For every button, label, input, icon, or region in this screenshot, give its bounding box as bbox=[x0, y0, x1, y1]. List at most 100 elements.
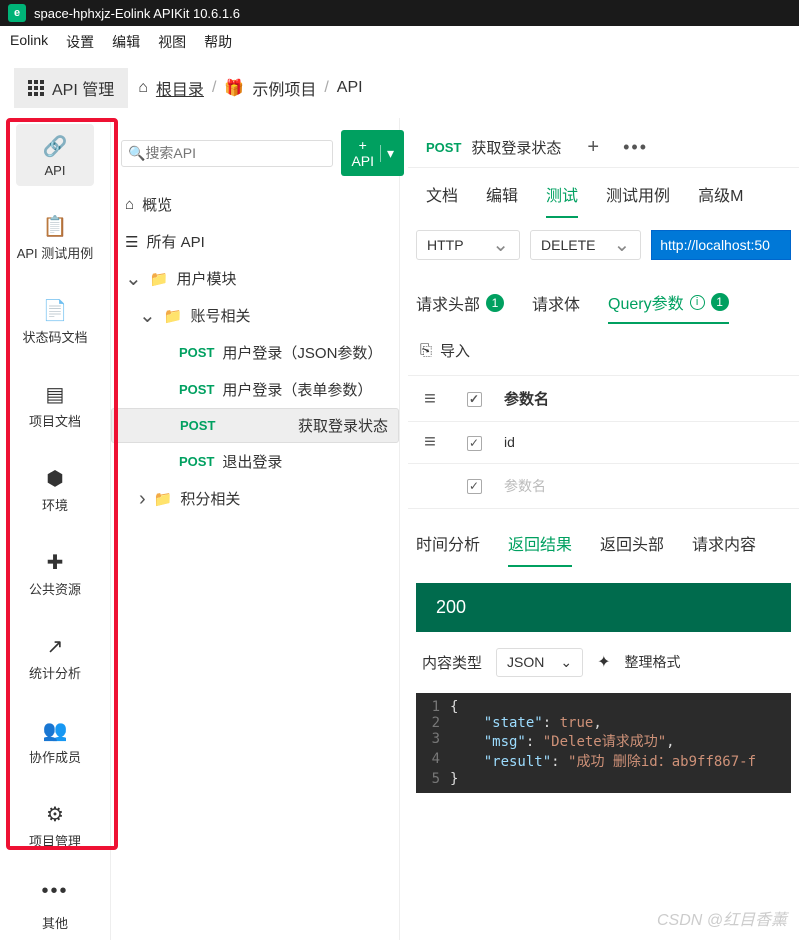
param-table: ≡ ✓ 参数名 ≡ ✓ id ✓ 参数名 bbox=[408, 375, 799, 509]
list-icon: ☰ bbox=[125, 233, 138, 251]
nav-projmgmt[interactable]: ⚙项目管理 bbox=[16, 792, 94, 858]
nav-testcase[interactable]: 📋API 测试用例 bbox=[16, 204, 94, 270]
result-tabs: 时间分析 返回结果 返回头部 请求内容 bbox=[408, 509, 799, 575]
restab-reqcontent[interactable]: 请求内容 bbox=[692, 531, 756, 567]
menu-edit[interactable]: 编辑 bbox=[112, 32, 140, 52]
grid-icon bbox=[28, 80, 44, 96]
watermark: CSDN @红目香薰 bbox=[657, 906, 787, 930]
drag-icon: ≡ bbox=[408, 387, 452, 411]
breadcrumb-root[interactable]: 根目录 bbox=[156, 76, 204, 100]
method-select[interactable]: DELETE⌄ bbox=[530, 230, 641, 260]
drag-icon[interactable]: ≡ bbox=[408, 430, 452, 454]
subtab-advanced[interactable]: 高级M bbox=[698, 182, 743, 218]
tree-overview[interactable]: ⌂概览 bbox=[111, 186, 399, 223]
request-row: HTTP⌄ DELETE⌄ http://localhost:50 bbox=[408, 218, 799, 272]
breadcrumb: ⌂ 根目录 / 🎁示例项目 / API bbox=[138, 76, 362, 100]
restab-result[interactable]: 返回结果 bbox=[508, 531, 572, 567]
paramtab-body[interactable]: 请求体 bbox=[532, 291, 580, 323]
home-icon: ⌂ bbox=[138, 79, 148, 97]
chart-icon: ↗ bbox=[16, 634, 94, 659]
menu-settings[interactable]: 设置 bbox=[66, 32, 94, 52]
content-type-select[interactable]: JSON⌄ bbox=[496, 648, 583, 677]
url-input[interactable]: http://localhost:50 bbox=[651, 230, 791, 260]
breadcrumb-last: API bbox=[337, 79, 363, 97]
response-status: 200 bbox=[416, 583, 791, 632]
folder-icon: 📁 bbox=[150, 270, 169, 288]
cube-icon: ⬢ bbox=[16, 466, 94, 491]
folder-icon: 📁 bbox=[154, 490, 173, 508]
tree-api-item-selected[interactable]: POST获取登录状态 bbox=[111, 408, 399, 443]
tree-api-item[interactable]: POST用户登录（表单参数） bbox=[111, 371, 399, 408]
checkbox[interactable]: ✓ bbox=[467, 392, 482, 407]
nav-env[interactable]: ⬢环境 bbox=[16, 456, 94, 522]
param-name-placeholder[interactable]: 参数名 bbox=[496, 464, 799, 508]
nav-other[interactable]: 其他 bbox=[16, 903, 94, 940]
subtab-test[interactable]: 测试 bbox=[546, 182, 578, 218]
users-icon: 👥 bbox=[16, 718, 94, 743]
restab-resheaders[interactable]: 返回头部 bbox=[600, 531, 664, 567]
doc-tab[interactable]: POST 获取登录状态 bbox=[414, 129, 573, 166]
nav-members[interactable]: 👥协作成员 bbox=[16, 708, 94, 774]
menu-help[interactable]: 帮助 bbox=[204, 32, 232, 52]
count-badge: 1 bbox=[711, 293, 729, 311]
tab-more-icon[interactable]: ••• bbox=[613, 129, 658, 166]
more-icon[interactable]: ••• bbox=[41, 880, 68, 903]
menu-eolink[interactable]: Eolink bbox=[10, 32, 48, 52]
restab-timing[interactable]: 时间分析 bbox=[416, 531, 480, 567]
search-field[interactable] bbox=[145, 145, 326, 161]
info-icon: i bbox=[690, 295, 705, 310]
menu-bar: Eolink 设置 编辑 视图 帮助 bbox=[0, 26, 799, 58]
add-api-button[interactable]: + API▾ bbox=[341, 130, 404, 176]
tree-group-account[interactable]: ⌄📁账号相关 bbox=[111, 297, 399, 334]
tree-all-api[interactable]: ☰所有 API bbox=[111, 223, 399, 260]
link-icon: 🔗 bbox=[16, 134, 94, 159]
nav-statuscode[interactable]: 📄状态码文档 bbox=[16, 288, 94, 354]
tree-group-users[interactable]: ⌄📁用户模块 bbox=[111, 260, 399, 297]
chevron-down-icon: ▾ bbox=[380, 145, 394, 162]
param-tabs: 请求头部1 请求体 Query参数i1 bbox=[408, 272, 799, 332]
doc-tab-title: 获取登录状态 bbox=[471, 137, 561, 158]
subtab-testcase[interactable]: 测试用例 bbox=[606, 182, 670, 218]
table-row: ≡ ✓ id bbox=[408, 422, 799, 464]
param-name-cell[interactable]: id bbox=[496, 422, 799, 462]
response-body[interactable]: 1{ 2 "state": true, 3 "msg": "Delete请求成功… bbox=[416, 693, 791, 793]
nav-projectdoc[interactable]: ▤项目文档 bbox=[16, 372, 94, 438]
add-tab-button[interactable]: + bbox=[573, 128, 613, 167]
toolbar: API 管理 ⌂ 根目录 / 🎁示例项目 / API bbox=[0, 58, 799, 118]
paramtab-query[interactable]: Query参数i1 bbox=[608, 290, 729, 324]
content-type-label: 内容类型 bbox=[422, 652, 482, 673]
menu-view[interactable]: 视图 bbox=[158, 32, 186, 52]
sub-tabs: 文档 编辑 测试 测试用例 高级M bbox=[408, 168, 799, 218]
gear-icon: ⚙ bbox=[16, 802, 94, 827]
protocol-select[interactable]: HTTP⌄ bbox=[416, 230, 520, 260]
nav-api[interactable]: 🔗API bbox=[16, 124, 94, 186]
search-input[interactable]: 🔍 bbox=[121, 140, 333, 167]
gift-icon: 🎁 bbox=[224, 78, 244, 98]
breadcrumb-project[interactable]: 示例项目 bbox=[252, 76, 316, 100]
checkbox[interactable]: ✓ bbox=[467, 479, 482, 494]
tree-group-points[interactable]: ›📁积分相关 bbox=[111, 480, 399, 517]
home-icon: ⌂ bbox=[125, 196, 134, 213]
api-tree: 🔍 + API▾ ⌂概览 ☰所有 API ⌄📁用户模块 ⌄📁账号相关 POST用… bbox=[110, 118, 400, 940]
checkbox[interactable]: ✓ bbox=[467, 436, 482, 451]
format-button[interactable]: 整理格式 bbox=[625, 652, 681, 672]
nav-resources[interactable]: ✚公共资源 bbox=[16, 540, 94, 606]
content-pane: POST 获取登录状态 + ••• 文档 编辑 测试 测试用例 高级M HTTP… bbox=[400, 118, 799, 940]
import-icon: ⎘ bbox=[420, 342, 432, 359]
wand-icon: ✦ bbox=[597, 652, 610, 672]
subtab-edit[interactable]: 编辑 bbox=[486, 182, 518, 218]
nav-stats[interactable]: ↗统计分析 bbox=[16, 624, 94, 690]
title-bar: e space-hphxjz-Eolink APIKit 10.6.1.6 bbox=[0, 0, 799, 26]
response-options: 内容类型 JSON⌄ ✦ 整理格式 bbox=[408, 632, 799, 693]
tree-api-item[interactable]: POST退出登录 bbox=[111, 443, 399, 480]
side-nav: 🔗API 📋API 测试用例 📄状态码文档 ▤项目文档 ⬢环境 ✚公共资源 ↗统… bbox=[0, 118, 110, 940]
folder-icon: 📁 bbox=[164, 307, 183, 325]
table-row: ✓ 参数名 bbox=[408, 464, 799, 509]
search-icon: 🔍 bbox=[128, 145, 145, 162]
subtab-doc[interactable]: 文档 bbox=[426, 182, 458, 218]
api-management-button[interactable]: API 管理 bbox=[14, 68, 128, 108]
import-row[interactable]: ⎘ 导入 bbox=[408, 332, 799, 369]
paramtab-headers[interactable]: 请求头部1 bbox=[416, 291, 504, 323]
tree-api-item[interactable]: POST用户登录（JSON参数） bbox=[111, 334, 399, 371]
puzzle-icon: ✚ bbox=[16, 550, 94, 575]
